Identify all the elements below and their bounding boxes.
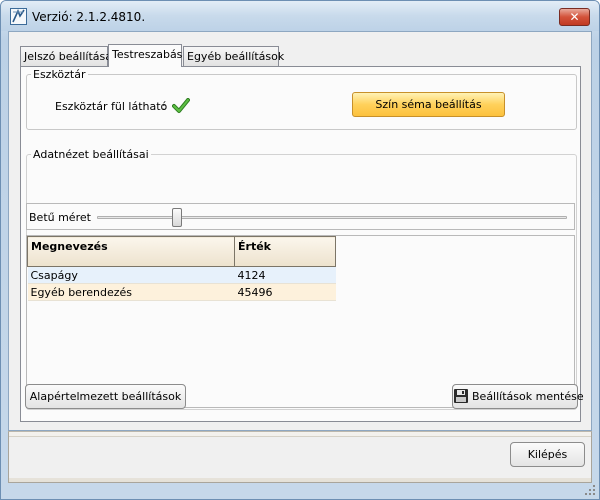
close-button[interactable]: ✕ [559, 8, 590, 26]
cell-value[interactable]: 45496 [234, 283, 336, 301]
toolbar-visible-label: Eszköztár fül látható [55, 100, 168, 113]
default-settings-button[interactable]: Alapértelmezett beállítások [25, 384, 186, 409]
font-size-slider-track[interactable] [97, 216, 567, 219]
tab-customize[interactable]: Testreszabás [108, 44, 182, 67]
footer-inner: Kilépés [9, 436, 591, 478]
dataview-group-legend: Adatnézet beállításai [33, 148, 149, 161]
cell-name[interactable]: Csapágy [27, 266, 235, 284]
data-grid-panel: Megnevezés Érték Csapágy 4124 Egyéb bere… [26, 235, 575, 408]
check-icon[interactable] [172, 98, 190, 114]
font-size-slider-thumb[interactable] [171, 208, 182, 227]
table-row[interactable]: Csapágy 4124 [27, 266, 336, 284]
tab-other-settings[interactable]: Egyéb beállítások [183, 46, 284, 66]
cell-value[interactable]: 4124 [234, 266, 336, 284]
settings-window: Verzió: 2.1.2.4810. ✕ Jelszó beállítása … [0, 0, 600, 500]
client-area: Jelszó beállítása Testreszabás Egyéb beá… [8, 31, 592, 431]
toolbar-group-legend: Eszköztár [33, 68, 86, 81]
save-settings-label: Beállítások mentése [472, 390, 584, 403]
floppy-disk-icon [454, 389, 468, 403]
exit-button[interactable]: Kilépés [510, 442, 585, 467]
font-size-panel: Betű méret [26, 203, 575, 230]
tab-password[interactable]: Jelszó beállítása [20, 46, 112, 66]
color-scheme-button[interactable]: Szín séma beállítás [352, 92, 505, 117]
title-bar: Verzió: 2.1.2.4810. ✕ [1, 1, 599, 31]
font-size-label: Betű méret [29, 211, 91, 224]
column-header-name[interactable]: Megnevezés [27, 236, 235, 267]
footer-bar: Kilépés [8, 431, 592, 483]
cell-name[interactable]: Egyéb berendezés [27, 283, 235, 301]
data-grid: Megnevezés Érték Csapágy 4124 Egyéb bere… [27, 236, 336, 301]
table-row[interactable]: Egyéb berendezés 45496 [27, 283, 336, 301]
customize-tab-panel: Eszköztár Eszköztár fül látható : Szín s… [20, 66, 584, 422]
save-settings-button[interactable]: Beállítások mentése [452, 384, 584, 409]
toolbar-visible-colon: : [162, 100, 166, 113]
window-title: Verzió: 2.1.2.4810. [32, 10, 146, 24]
app-icon [10, 8, 27, 25]
column-header-value[interactable]: Érték [234, 236, 336, 267]
resize-grip-icon[interactable] [584, 484, 596, 496]
